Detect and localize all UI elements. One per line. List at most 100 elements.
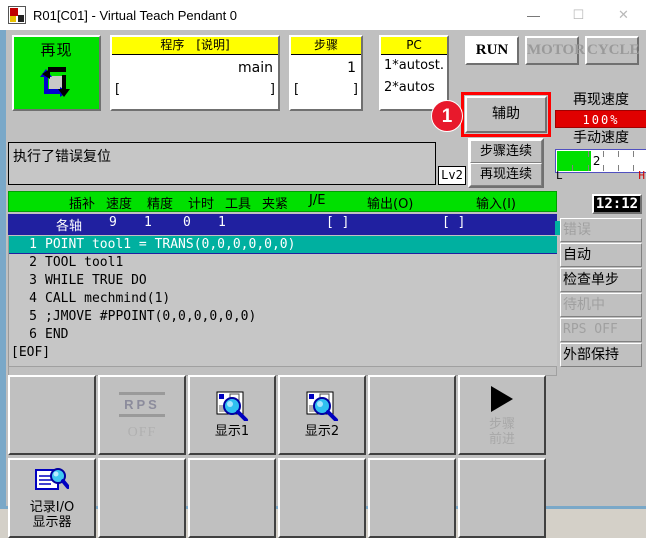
replay-speed-value: 100% <box>555 110 646 128</box>
rps-divider-top <box>119 391 165 395</box>
code-line-number: 6 <box>29 327 37 342</box>
function-button-display-2[interactable]: 显示2 <box>278 375 366 455</box>
col-header-je: J/E <box>309 193 326 208</box>
aux-button[interactable]: 辅助 <box>465 96 547 133</box>
manual-speed-slider[interactable]: 2 <box>555 149 646 173</box>
function-button-label: 显示1 <box>214 424 250 439</box>
code-line[interactable]: 3 WHILE TRUE DO <box>9 272 557 290</box>
status-item-label: 自动 <box>563 247 591 263</box>
code-line-text: END <box>45 327 69 342</box>
code-line[interactable]: 5 ;JMOVE #PPOINT(0,0,0,0,0,0) <box>9 308 557 326</box>
code-line-text: CALL mechmind(1) <box>45 291 171 306</box>
state-button-cycle[interactable]: CYCLE <box>585 36 640 65</box>
code-line-number: 5 <box>29 309 37 324</box>
program-panel[interactable]: 程序 [说明] main [ ] <box>110 35 280 111</box>
col-header-output: 输出(O) <box>367 197 414 212</box>
status-item-label: 外部保持 <box>563 347 619 363</box>
manual-speed-value: 2 <box>592 154 601 168</box>
function-button-f11-empty[interactable] <box>368 458 456 538</box>
pc-panel-header: PC <box>381 37 447 55</box>
function-button-f12-empty[interactable] <box>458 458 546 538</box>
parameter-data-row[interactable]: 各轴 9 1 0 1 [ ] [ ] <box>8 214 557 235</box>
function-button-f10-empty[interactable] <box>278 458 366 538</box>
rps-icon: RPS <box>124 396 160 412</box>
manual-speed-low-label: L <box>556 169 563 182</box>
col-header-input: 输入(I) <box>476 197 516 212</box>
code-eof-marker: [EOF] <box>11 345 51 360</box>
pc-panel[interactable]: PC 1*autost. 2*autos <box>379 35 449 111</box>
program-code-editor[interactable]: 1 POINT tool1 = TRANS(0,0,0,0,0,0) 2 TOOL … <box>8 236 557 370</box>
step-panel[interactable]: 步骤 1 [ ] <box>289 35 363 111</box>
minimize-icon[interactable]: — <box>511 0 556 30</box>
function-button-io-log-monitor[interactable]: 记录I/O 显示器 <box>8 458 96 538</box>
code-line[interactable]: 2 TOOL tool1 <box>9 254 557 272</box>
state-button-motor[interactable]: MOTOR <box>525 36 585 65</box>
rps-divider-bottom <box>119 413 165 417</box>
function-button-f5-empty[interactable] <box>368 375 456 455</box>
data-timer: 0 <box>183 215 191 230</box>
col-header-tool: 工具 <box>225 197 252 212</box>
manual-speed-range-labels: L H <box>555 169 646 185</box>
message-box: 执行了错误复位 <box>8 142 436 185</box>
window-title: R01[C01] - Virtual Teach Pendant 0 <box>33 7 238 23</box>
status-item-label: 检查单步 <box>563 272 619 288</box>
title-bar: R01[C01] - Virtual Teach Pendant 0 — ☐ ✕ <box>0 0 646 31</box>
status-item-label: 错误 <box>563 222 591 238</box>
close-icon[interactable]: ✕ <box>601 0 646 30</box>
status-item-check-step[interactable]: 检查单步 <box>555 221 642 292</box>
pc-panel-line-2: 2*autos <box>384 80 435 95</box>
bracket-left: [ <box>115 82 121 97</box>
maximize-icon[interactable]: ☐ <box>556 0 601 30</box>
magnifier-window-icon <box>215 391 249 422</box>
status-item-error[interactable]: 错误 <box>555 218 642 242</box>
program-panel-comment: [ ] <box>112 81 278 100</box>
function-button-label-line-1: 步骤 <box>488 416 515 432</box>
play-triangle-icon <box>485 384 519 414</box>
manual-speed-fill <box>557 151 592 171</box>
pendant-body: 再现 程序 [说明] main [] 步骤 1 [] PC 1*autost… <box>0 30 646 538</box>
code-line[interactable]: 4 CALL mechmind(1) <box>9 290 557 308</box>
code-line-text: TOOL tool1 <box>45 255 124 270</box>
column-header-bar: 插补 速度 精度 计时 工具 夹紧 J/E 输出(O) 输入(I) <box>8 191 557 212</box>
col-header-speed: 速度 <box>106 197 133 212</box>
mode-button-label: 再现 <box>40 41 73 59</box>
code-line[interactable]: 6 END <box>9 326 557 344</box>
document-magnifier-icon <box>35 467 70 497</box>
step-continuous-button[interactable]: 步骤连续 <box>470 140 542 163</box>
col-header-interp: 插补 <box>69 197 96 212</box>
code-line-number: 1 <box>29 237 37 252</box>
status-item-standby[interactable]: 待机中 <box>560 293 642 317</box>
replay-continuous-button[interactable]: 再现连续 <box>470 163 542 186</box>
code-line-number: 2 <box>29 255 37 270</box>
function-button-f1-empty[interactable] <box>8 375 96 455</box>
function-button-step-forward[interactable]: 步骤 前进 <box>458 375 546 455</box>
step-panel-value: 1 <box>291 55 361 81</box>
function-button-rps-off[interactable]: RPS OFF <box>98 375 186 455</box>
col-header-timer: 计时 <box>188 197 215 212</box>
function-button-row-2: 记录I/O 显示器 <box>8 458 642 538</box>
code-line-text: ;JMOVE #PPOINT(0,0,0,0,0,0) <box>45 309 257 324</box>
function-button-display-1[interactable]: 显示1 <box>188 375 276 455</box>
code-line[interactable]: 1 POINT tool1 = TRANS(0,0,0,0,0,0) <box>9 236 557 254</box>
status-item-label: RPS OFF <box>563 322 618 337</box>
message-level-badge: Lv2 <box>438 166 466 185</box>
robot-icon <box>8 6 26 24</box>
state-button-run[interactable]: RUN <box>465 36 519 65</box>
function-button-f8-empty[interactable] <box>98 458 186 538</box>
speed-group: 再现速度 100% 手动速度 2 L H <box>555 90 646 190</box>
mode-button-replay[interactable]: 再现 <box>12 35 101 111</box>
function-button-f9-empty[interactable] <box>188 458 276 538</box>
status-item-auto[interactable]: 自动 <box>555 221 642 267</box>
function-button-label: OFF <box>127 424 157 440</box>
data-tool: 1 <box>218 215 226 230</box>
function-button-label-line-2: 前进 <box>488 431 515 447</box>
teach-pendant-window: R01[C01] - Virtual Teach Pendant 0 — ☐ ✕… <box>0 0 646 538</box>
status-chip-check-step <box>555 221 560 235</box>
data-accuracy: 1 <box>144 215 152 230</box>
pc-panel-line-1: 1*autost. <box>384 58 445 73</box>
function-button-row-1: RPS OFF 显示1 显示2 步骤 前进 <box>8 375 642 457</box>
status-item-external-hold[interactable]: 外部保持 <box>560 343 642 367</box>
program-panel-value: main <box>112 55 278 81</box>
data-input: [ ] <box>442 215 466 230</box>
status-item-rps-off[interactable]: RPS OFF <box>560 318 642 342</box>
